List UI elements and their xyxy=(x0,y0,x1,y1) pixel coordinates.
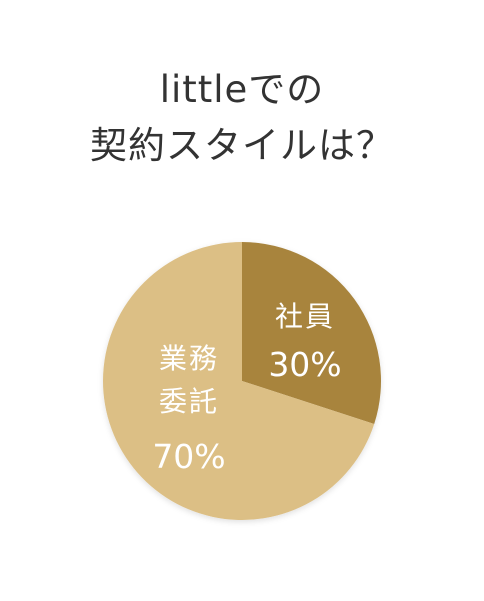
slice-label-name-line-2: 委託 xyxy=(159,385,219,418)
slice-label-percent: 30% xyxy=(268,345,341,384)
slice-label-name-line-1: 業務 xyxy=(159,342,219,375)
slice-label-name: 社員 xyxy=(275,300,335,333)
slice-label-percent: 70% xyxy=(152,437,225,476)
pie-chart: 社員 30% 業務 委託 70% xyxy=(103,242,382,520)
slice-label-gyomu-itaku: 業務 委託 70% xyxy=(152,342,225,476)
